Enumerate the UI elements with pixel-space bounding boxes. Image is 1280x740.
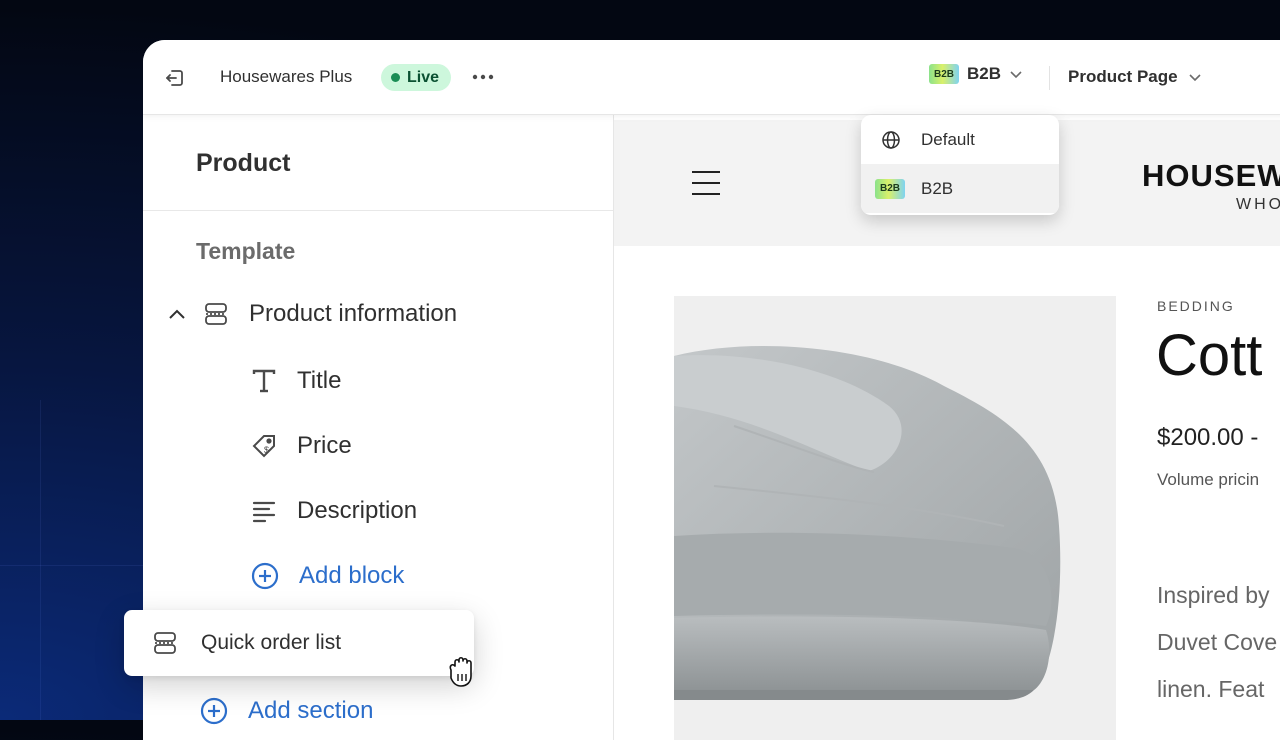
sidebar-title: Product — [196, 149, 291, 177]
product-description-line: linen. Feat — [1157, 676, 1265, 702]
block-price[interactable]: $ Price — [251, 432, 352, 460]
dropdown-item-b2b[interactable]: B2B B2B — [861, 164, 1059, 213]
dropdown-item-label: Default — [921, 129, 975, 149]
brand-subtitle: WHO — [1236, 196, 1280, 213]
dropdown-item-default[interactable]: Default — [861, 115, 1059, 164]
text-icon — [252, 369, 276, 393]
add-section-label: Add section — [248, 697, 374, 724]
top-bar: Housewares Plus Live B2B B2B Product Pag… — [143, 40, 1280, 115]
divider — [1049, 66, 1050, 90]
block-description[interactable]: Description — [251, 497, 417, 525]
market-selector[interactable]: B2B B2B — [929, 64, 1023, 84]
menu-icon[interactable] — [692, 170, 720, 196]
page-selector[interactable]: Product Page — [1068, 67, 1202, 87]
market-selector-label: B2B — [967, 64, 1002, 83]
b2b-chip: B2B — [875, 178, 905, 199]
block-title[interactable]: Title — [251, 367, 341, 395]
divider — [143, 210, 613, 211]
background-grid-line — [0, 565, 143, 566]
svg-text:$: $ — [264, 445, 269, 455]
status-badge-label: Live — [407, 68, 440, 86]
add-circle-icon — [200, 697, 228, 725]
chevron-down-icon — [1189, 74, 1201, 82]
paragraph-icon — [252, 501, 276, 523]
product-description-line: Inspired by — [1157, 582, 1270, 608]
chevron-down-icon — [1010, 71, 1022, 79]
brand-logo: HOUSEW — [1142, 158, 1280, 193]
market-dropdown: Default B2B B2B — [861, 115, 1059, 215]
add-circle-icon — [251, 562, 279, 590]
more-options-icon[interactable] — [472, 73, 494, 81]
exit-icon[interactable] — [163, 66, 187, 90]
background-grid-line — [40, 400, 41, 720]
add-block-label: Add block — [299, 562, 405, 589]
section-product-information[interactable]: Product information — [168, 300, 457, 328]
chevron-up-icon[interactable] — [168, 308, 186, 320]
add-section-button[interactable]: Add section — [200, 697, 373, 725]
globe-icon — [882, 130, 900, 149]
product-category: BEDDING — [1157, 298, 1235, 314]
volume-pricing-text: Volume pricin — [1157, 470, 1260, 489]
add-block-button[interactable]: Add block — [251, 562, 404, 590]
dropdown-item-label: B2B — [921, 178, 954, 198]
product-price: $200.00 - — [1157, 424, 1259, 451]
dragging-section-card[interactable]: Quick order list — [124, 610, 474, 676]
page-selector-label: Product Page — [1068, 67, 1178, 86]
product-title: Cott — [1156, 323, 1263, 388]
status-dot — [391, 73, 400, 82]
duvet-illustration — [674, 346, 1116, 740]
grab-cursor-icon — [449, 656, 472, 687]
template-heading: Template — [196, 238, 296, 264]
block-label: Title — [297, 367, 342, 394]
dragging-section-label: Quick order list — [201, 631, 342, 654]
section-icon — [154, 632, 176, 654]
section-icon — [205, 303, 227, 325]
b2b-chip: B2B — [929, 64, 959, 84]
block-label: Description — [297, 497, 418, 524]
product-description-line: Duvet Cove — [1157, 629, 1278, 655]
store-name: Housewares Plus — [220, 67, 353, 86]
block-label: Price — [297, 432, 352, 459]
price-tag-icon: $ — [252, 435, 275, 458]
status-badge: Live — [381, 64, 452, 91]
section-label: Product information — [249, 300, 458, 327]
product-image — [674, 296, 1116, 740]
